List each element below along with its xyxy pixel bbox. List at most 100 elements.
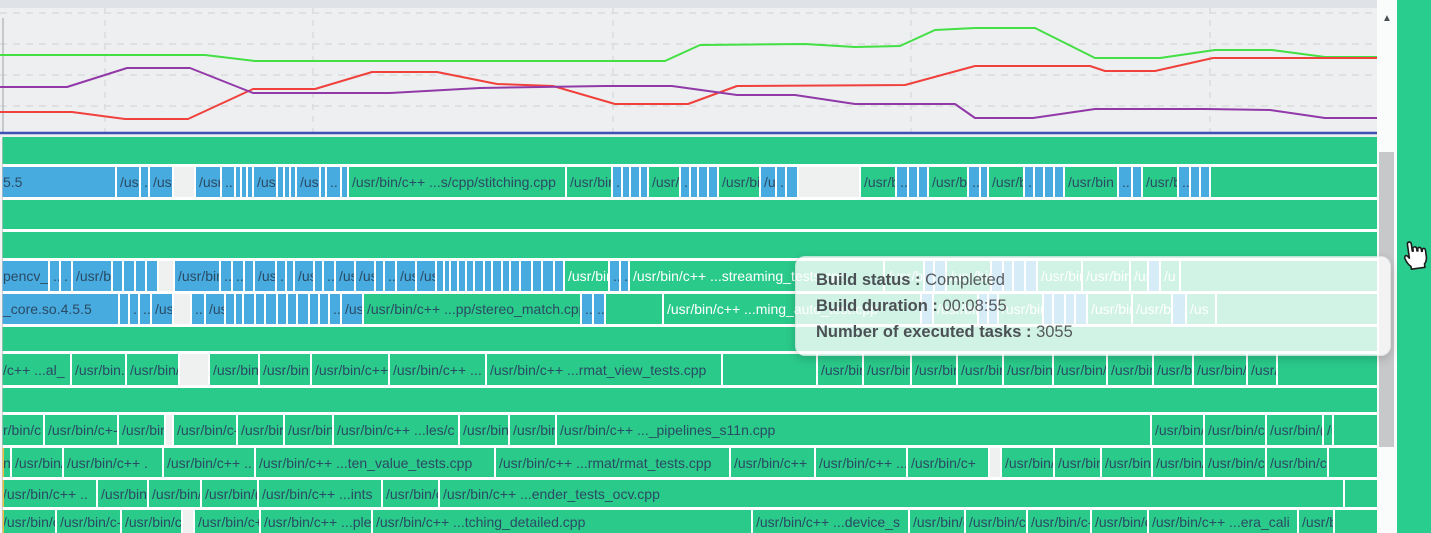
task-bar[interactable] xyxy=(623,167,631,197)
task-bar[interactable]: /usr/bin. xyxy=(1108,354,1154,385)
task-bar[interactable]: /usr/bir xyxy=(567,167,613,197)
task-bar[interactable]: _core.so.4.5.5 xyxy=(0,293,120,324)
task-bar[interactable] xyxy=(315,261,324,291)
task-bar[interactable]: /usr/bin/ xyxy=(958,354,1004,385)
task-bar[interactable]: /usr/bin/c++ xyxy=(312,354,390,385)
task-bar[interactable]: /usr/bin/c xyxy=(1205,415,1267,445)
task-bar[interactable]: /us xyxy=(152,293,174,324)
task-bar[interactable]: /usr/bin/( xyxy=(1267,415,1324,445)
task-bar[interactable] xyxy=(459,261,467,291)
task-bar[interactable]: /usr/bin/ xyxy=(1153,448,1205,477)
task-bar[interactable]: .. xyxy=(1119,167,1133,197)
task-bar[interactable]: /usr/bin/c+- xyxy=(45,415,119,445)
task-bar[interactable]: /usr/bin/c++ ...tching_detailed.cpp xyxy=(373,510,753,533)
task-bar[interactable]: /usr/bin/c xyxy=(0,510,57,533)
task-bar[interactable]: .. xyxy=(969,167,981,197)
task-bar[interactable]: /usr/bi xyxy=(1154,354,1194,385)
task-bar[interactable]: /usr/bin/ xyxy=(1002,448,1055,477)
task-bar[interactable]: /usr/bin. xyxy=(912,354,958,385)
task-bar[interactable]: /us xyxy=(397,261,417,291)
task-bar[interactable] xyxy=(493,261,503,291)
task-bar[interactable]: /usr/bin/c- xyxy=(174,415,238,445)
task-bar[interactable]: /usr/bin xyxy=(460,415,510,445)
task-bar[interactable]: /u xyxy=(1324,415,1334,445)
task-bar[interactable]: .. xyxy=(594,293,606,324)
task-bar[interactable] xyxy=(451,261,459,291)
task-bar[interactable] xyxy=(278,293,288,324)
task-bar[interactable] xyxy=(555,261,565,291)
task-bar[interactable]: /usr/bin xyxy=(929,167,969,197)
task-bar[interactable]: /usr/bir xyxy=(861,167,897,197)
task-bar[interactable]: /usr/bin xyxy=(649,167,681,197)
task-bar[interactable]: .. xyxy=(141,167,150,197)
task-bar[interactable]: /c++ ...al_ xyxy=(0,354,72,385)
task-bar[interactable]: /usr/bin/c++ ...ten_value_tests.cpp xyxy=(256,448,496,477)
task-bar[interactable]: pencv_ xyxy=(0,261,50,291)
task-bar[interactable]: ... xyxy=(192,293,206,324)
task-bar[interactable]: /us xyxy=(297,167,321,197)
task-bar[interactable] xyxy=(503,261,511,291)
task-bar[interactable]: /usr/bin/c- xyxy=(57,510,122,533)
task-bar[interactable]: /usr/bin/c xyxy=(122,510,183,533)
task-bar[interactable] xyxy=(376,261,385,291)
task-bar[interactable]: /us xyxy=(206,293,226,324)
task-bar[interactable]: /usr/bin/c++ xyxy=(731,448,816,477)
task-bar[interactable]: .. xyxy=(324,261,336,291)
task-bar[interactable]: /usr/bin/c++ .../te xyxy=(816,448,908,477)
task-bar[interactable]: /usr/bin/ xyxy=(210,354,260,385)
task-bar[interactable] xyxy=(244,293,256,324)
task-bar[interactable]: /usr/bin/( xyxy=(149,480,202,507)
task-bar[interactable]: /usr xyxy=(196,167,222,197)
task-bar[interactable]: /usr/bin/c++ ..._pipelines_s11n.cpp xyxy=(557,415,1152,445)
task-bar[interactable] xyxy=(467,261,475,291)
task-bar[interactable]: /usr/b xyxy=(73,261,113,291)
task-bar[interactable]: /usr/bin/c++ ...pp/stereo_match.cpp xyxy=(364,293,582,324)
task-bar[interactable] xyxy=(1133,167,1143,197)
task-bar[interactable] xyxy=(641,167,649,197)
task-bar[interactable] xyxy=(709,167,719,197)
task-bar[interactable] xyxy=(606,293,664,324)
task-bar[interactable]: /usr/bin/c++ .. xyxy=(0,480,98,507)
task-bar[interactable]: .. xyxy=(50,261,61,291)
task-bar[interactable]: .. xyxy=(233,261,245,291)
task-bar[interactable]: /usr/bin/c xyxy=(127,354,180,385)
task-bar[interactable]: r/bin/c xyxy=(0,415,45,445)
task-bar[interactable]: /usr/bin/c++ ...ple xyxy=(261,510,373,533)
task-bar[interactable]: /usr/bin/c- xyxy=(1205,448,1267,477)
task-bar[interactable] xyxy=(136,261,147,291)
task-bar[interactable] xyxy=(1191,167,1201,197)
task-bar[interactable]: .. xyxy=(681,167,691,197)
task-bar[interactable]: /usr/bin/c++ ...ender_tests_ocv.cpp xyxy=(440,480,1345,507)
task-bar[interactable]: /usr/bin. xyxy=(72,354,127,385)
task-bar[interactable]: /usr/bin/( xyxy=(98,480,149,507)
task-bar[interactable] xyxy=(691,167,699,197)
task-bar[interactable] xyxy=(124,261,136,291)
task-bar[interactable]: /usr/bin/c- xyxy=(1028,510,1092,533)
task-bar[interactable]: /usr/bin xyxy=(1143,167,1179,197)
task-bar[interactable]: .. xyxy=(582,293,594,324)
task-bar[interactable]: .. xyxy=(897,167,909,197)
task-bar[interactable]: /usr/bin/( xyxy=(910,510,966,533)
task-bar[interactable]: /us xyxy=(150,167,174,197)
task-bar[interactable]: /usr/bin xyxy=(119,415,166,445)
task-bar[interactable]: /usr/bin xyxy=(565,261,610,291)
task-bar[interactable]: /usr/bin/c++ ...les/c xyxy=(334,415,460,445)
task-bar[interactable] xyxy=(919,167,929,197)
task-bar[interactable] xyxy=(226,293,236,324)
task-bar[interactable]: /usr/bin/ xyxy=(1102,448,1153,477)
task-bar[interactable]: .. xyxy=(1025,167,1035,197)
task-bar[interactable]: .. xyxy=(777,167,787,197)
task-bar[interactable] xyxy=(787,167,799,197)
task-bar[interactable] xyxy=(320,293,330,324)
task-bar[interactable] xyxy=(1055,167,1065,197)
task-bar[interactable]: /usr/bin xyxy=(1065,167,1119,197)
task-bar[interactable] xyxy=(256,293,266,324)
task-bar[interactable]: /us xyxy=(761,167,777,197)
task-bar[interactable]: /usr/bin xyxy=(719,167,761,197)
task-bar[interactable] xyxy=(342,167,349,197)
task-bar[interactable]: /usr/bir xyxy=(989,167,1025,197)
task-bar[interactable] xyxy=(287,261,295,291)
task-bar[interactable]: .. xyxy=(613,167,623,197)
task-bar[interactable]: . xyxy=(61,261,73,291)
task-bar[interactable]: /us xyxy=(417,261,437,291)
